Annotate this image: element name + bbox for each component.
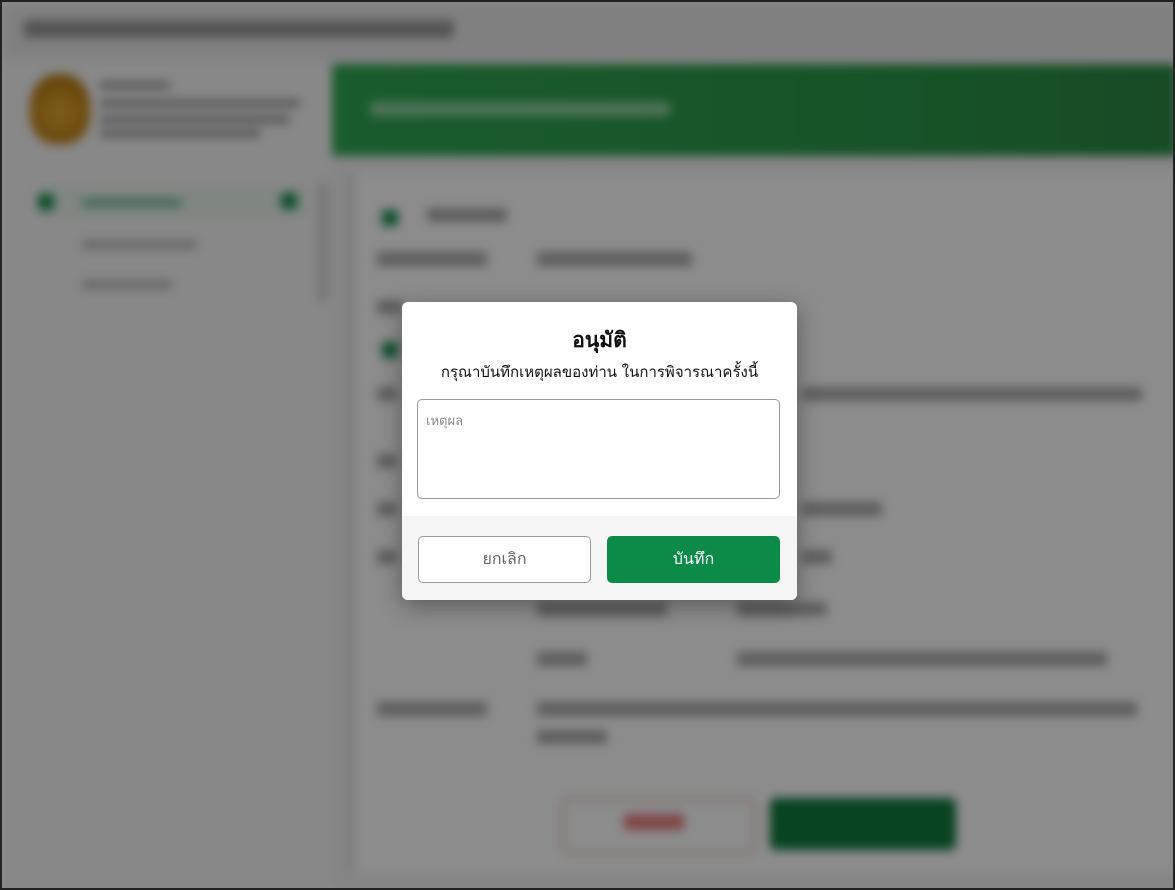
save-button[interactable]: บันทึก	[607, 536, 780, 583]
approve-dialog: อนุมัติ กรุณาบันทึกเหตุผลของท่าน ในการพิ…	[402, 302, 797, 600]
dialog-footer: ยกเลิก บันทึก	[402, 516, 797, 600]
dialog-title: อนุมัติ	[572, 328, 627, 352]
screen: อนุมัติ กรุณาบันทึกเหตุผลของท่าน ในการพิ…	[0, 0, 1175, 890]
reason-input[interactable]	[417, 399, 780, 499]
cancel-button[interactable]: ยกเลิก	[418, 536, 591, 583]
dialog-description: กรุณาบันทึกเหตุผลของท่าน ในการพิจารณาครั…	[440, 363, 759, 381]
